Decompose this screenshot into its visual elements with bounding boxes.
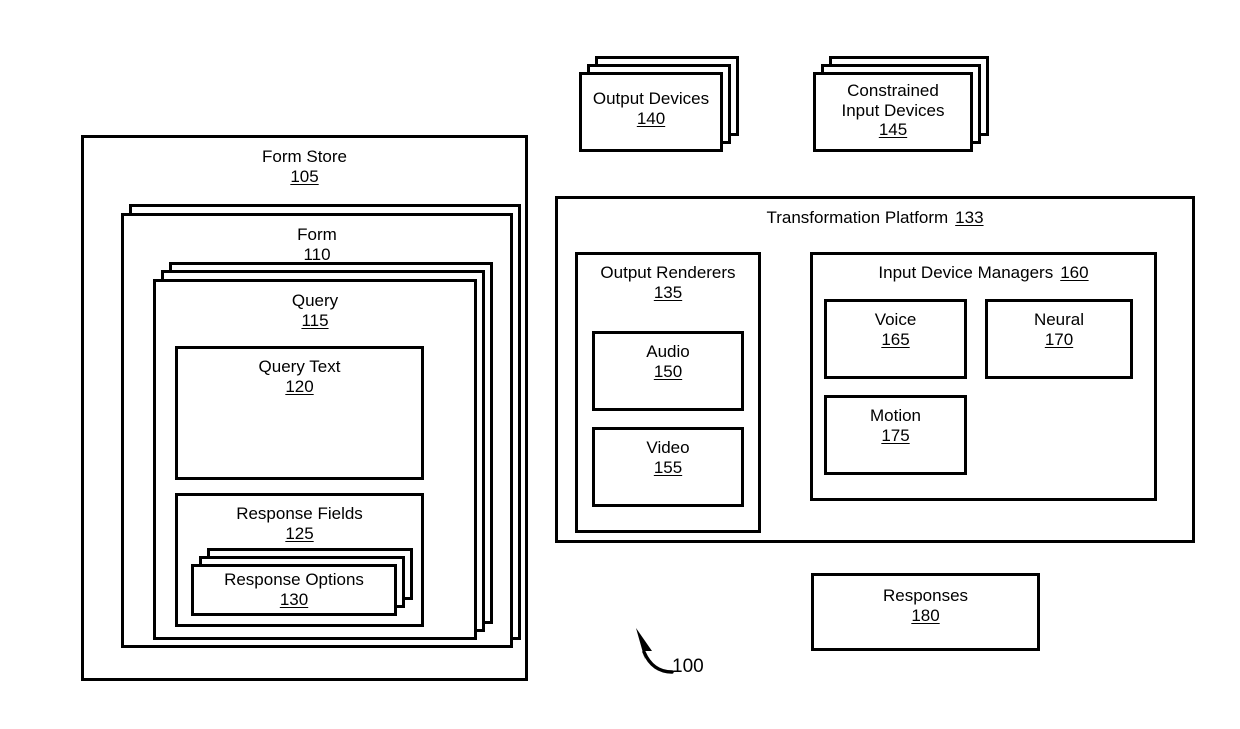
voice-manager-label: Voice 165	[874, 310, 917, 349]
query-text-box: Query Text 120	[175, 346, 424, 480]
motion-manager-label: Motion 175	[869, 406, 922, 445]
figure-reference-numeral: 100	[672, 656, 704, 677]
audio-renderer-label: Audio 150	[646, 342, 690, 381]
response-options-box: Response Options 130	[191, 564, 397, 616]
response-options-stack: Response Options 130	[191, 548, 413, 616]
neural-manager-box: Neural 170	[985, 299, 1133, 379]
constrained-input-devices-label: Constrained Input Devices 145	[841, 81, 945, 140]
form-store-label: Form Store 105	[261, 147, 348, 186]
response-fields-label: Response Fields 125	[236, 504, 363, 543]
patent-figure: Form Store 105 Form 110 Query 115 Query …	[0, 0, 1240, 729]
neural-manager-label: Neural 170	[1033, 310, 1085, 349]
output-devices-stack: Output Devices 140	[579, 56, 739, 152]
motion-manager-box: Motion 175	[824, 395, 967, 475]
transformation-platform-label: Transformation Platform 133	[766, 208, 984, 227]
audio-renderer-box: Audio 150	[592, 331, 744, 411]
voice-manager-box: Voice 165	[824, 299, 967, 379]
form-label: Form 110	[297, 225, 337, 264]
constrained-input-devices-box: Constrained Input Devices 145	[813, 72, 973, 152]
responses-label: Responses 180	[882, 586, 969, 625]
response-options-label: Response Options 130	[224, 570, 364, 609]
output-devices-box: Output Devices 140	[579, 72, 723, 152]
output-devices-label: Output Devices 140	[592, 89, 710, 128]
responses-box: Responses 180	[811, 573, 1040, 651]
constrained-input-devices-stack: Constrained Input Devices 145	[813, 56, 989, 152]
query-text-label: Query Text 120	[258, 357, 341, 396]
video-renderer-label: Video 155	[646, 438, 690, 477]
query-label: Query 115	[291, 291, 339, 330]
video-renderer-box: Video 155	[592, 427, 744, 507]
input-device-managers-label: Input Device Managers 160	[878, 263, 1089, 282]
output-renderers-label: Output Renderers 135	[600, 263, 736, 302]
